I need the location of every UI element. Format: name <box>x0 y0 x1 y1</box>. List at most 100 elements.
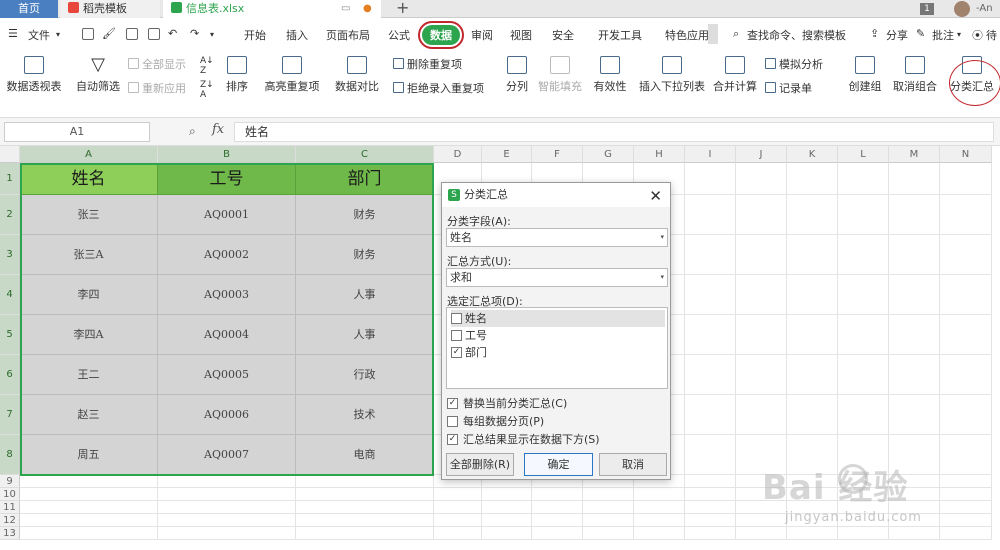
cell[interactable] <box>583 514 634 527</box>
window-restore-icon[interactable]: ▭ <box>341 0 350 18</box>
method-select[interactable]: 求和 ▾ <box>446 268 668 287</box>
cell[interactable] <box>787 235 838 275</box>
cell[interactable] <box>736 275 787 315</box>
tab-file[interactable]: 信息表.xlsx ▭ ● <box>163 0 381 18</box>
cell[interactable] <box>158 475 296 488</box>
tab-formula[interactable]: 公式 <box>388 27 410 43</box>
cell[interactable] <box>940 235 992 275</box>
cell[interactable] <box>434 527 482 540</box>
column-header[interactable]: L <box>838 146 889 163</box>
save-icon[interactable] <box>82 28 94 40</box>
cell[interactable] <box>787 527 838 540</box>
data-cell[interactable]: AQ0007 <box>158 435 296 475</box>
cell[interactable] <box>889 315 940 355</box>
cell[interactable] <box>838 527 889 540</box>
more-label[interactable]: 待 <box>986 27 997 43</box>
cell[interactable] <box>940 195 992 235</box>
cell[interactable] <box>787 395 838 435</box>
print-preview-icon[interactable] <box>148 28 160 40</box>
redo-icon[interactable]: ↷ <box>190 27 199 40</box>
tab-insert[interactable]: 插入 <box>286 27 308 43</box>
record-form-button[interactable]: 记录单 <box>765 80 812 96</box>
row-header[interactable]: 13 <box>0 527 20 540</box>
highlight-duplicates-button[interactable]: 高亮重复项 <box>260 56 324 94</box>
tab-page-layout[interactable]: 页面布局 <box>326 27 370 43</box>
data-cell[interactable]: AQ0004 <box>158 315 296 355</box>
cell[interactable] <box>889 275 940 315</box>
cell[interactable] <box>482 488 532 501</box>
column-header[interactable]: K <box>787 146 838 163</box>
zoom-icon[interactable]: ⌕ <box>189 124 196 139</box>
data-cell[interactable]: AQ0005 <box>158 355 296 395</box>
cell[interactable] <box>838 395 889 435</box>
row-header[interactable]: 3 <box>0 235 20 275</box>
cell[interactable] <box>889 163 940 195</box>
checkbox[interactable] <box>447 416 458 427</box>
cell[interactable] <box>685 475 736 488</box>
tab-special[interactable]: 特色应用 <box>665 27 709 43</box>
comment-dropdown-icon[interactable]: ▾ <box>957 30 961 39</box>
cell[interactable] <box>940 435 992 475</box>
what-if-analysis-button[interactable]: 模拟分析 <box>765 56 823 72</box>
data-cell[interactable]: 行政 <box>296 355 434 395</box>
cell[interactable] <box>736 163 787 195</box>
column-header[interactable]: D <box>434 146 482 163</box>
user-name[interactable]: -An <box>976 0 993 18</box>
search-icon[interactable]: ⌕ <box>733 27 739 41</box>
share-icon[interactable]: ⇪ <box>870 27 879 40</box>
data-cell[interactable]: AQ0001 <box>158 195 296 235</box>
create-group-button[interactable]: 创建组 <box>845 56 885 94</box>
data-cell[interactable]: AQ0002 <box>158 235 296 275</box>
cell[interactable] <box>583 501 634 514</box>
cell[interactable] <box>787 195 838 235</box>
search-command[interactable]: 查找命令、搜索模板 <box>747 27 846 43</box>
column-header[interactable]: H <box>634 146 685 163</box>
cell[interactable] <box>158 501 296 514</box>
column-header[interactable]: M <box>889 146 940 163</box>
row-header[interactable]: 6 <box>0 355 20 395</box>
row-header[interactable]: 12 <box>0 514 20 527</box>
cell[interactable] <box>787 275 838 315</box>
select-all-corner[interactable] <box>0 146 20 163</box>
tab-data[interactable]: 数据 <box>418 21 464 49</box>
more-icon[interactable]: ⦿ <box>972 27 983 43</box>
data-cell[interactable]: AQ0006 <box>158 395 296 435</box>
tab-start[interactable]: 开始 <box>244 27 266 43</box>
tab-developer[interactable]: 开发工具 <box>598 27 642 43</box>
cell[interactable] <box>940 355 992 395</box>
cell[interactable] <box>685 275 736 315</box>
cell[interactable] <box>685 163 736 195</box>
cell[interactable] <box>940 527 992 540</box>
cell[interactable] <box>838 163 889 195</box>
cell[interactable] <box>20 527 158 540</box>
cell[interactable] <box>889 195 940 235</box>
ok-button[interactable]: 确定 <box>524 453 593 476</box>
share-button[interactable]: 分享 <box>886 27 908 43</box>
menu-file[interactable]: 文件 <box>28 27 50 43</box>
header-cell[interactable]: 部门 <box>296 163 434 195</box>
cell[interactable] <box>940 475 992 488</box>
reject-duplicates-button[interactable]: 拒绝录入重复项 <box>393 80 484 96</box>
cell[interactable] <box>838 195 889 235</box>
cell[interactable] <box>685 195 736 235</box>
tab-template[interactable]: 稻壳模板 <box>60 0 160 18</box>
cell[interactable] <box>296 488 434 501</box>
cell[interactable] <box>20 475 158 488</box>
row-header[interactable]: 9 <box>0 475 20 488</box>
cell[interactable] <box>685 501 736 514</box>
cell[interactable] <box>685 514 736 527</box>
consolidate-button[interactable]: 合并计算 <box>712 56 758 94</box>
row-header[interactable]: 4 <box>0 275 20 315</box>
cell[interactable] <box>532 501 583 514</box>
undo-icon[interactable]: ↶ <box>168 27 177 40</box>
sort-asc-icon[interactable]: A↓ Z <box>200 56 214 76</box>
cell[interactable] <box>532 527 583 540</box>
cell[interactable] <box>787 315 838 355</box>
data-cell[interactable]: 电商 <box>296 435 434 475</box>
name-box[interactable]: A1 <box>4 122 150 142</box>
column-header[interactable]: C <box>296 146 434 163</box>
tab-home[interactable]: 首页 <box>0 0 58 18</box>
data-cell[interactable]: 王二 <box>20 355 158 395</box>
cell[interactable] <box>482 514 532 527</box>
cell[interactable] <box>736 514 787 527</box>
